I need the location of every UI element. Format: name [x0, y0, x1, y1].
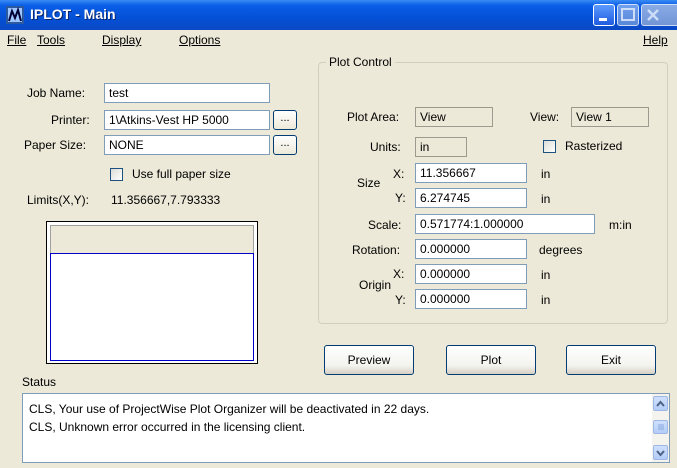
origin-x-label: X: [393, 267, 405, 281]
scroll-thumb[interactable] [653, 420, 668, 434]
job-name-input[interactable]: test [104, 83, 270, 103]
printer-input[interactable]: 1\Atkins-Vest HP 5000 [104, 110, 270, 130]
plot-button[interactable]: Plot [446, 345, 536, 375]
size-y-label: Y: [395, 191, 406, 205]
printer-browse-button[interactable]: ... [273, 110, 297, 130]
units-value: in [415, 137, 467, 157]
scale-input[interactable]: 0.571774:1.000000 [415, 214, 595, 234]
rotation-label: Rotation: [352, 243, 401, 257]
size-x-input[interactable]: 11.356667 [415, 163, 527, 183]
menu-options[interactable]: Options [179, 33, 220, 47]
maximize-icon [621, 8, 635, 21]
status-scrollbar[interactable] [652, 394, 669, 462]
plot-area-value: View [415, 107, 493, 127]
use-full-paper-checkbox[interactable] [110, 168, 123, 181]
rasterized-checkbox[interactable] [543, 140, 556, 153]
menu-display-label: Display [102, 33, 142, 47]
chevron-down-icon [656, 450, 665, 457]
rotation-unit: degrees [539, 243, 583, 257]
origin-x-unit: in [541, 268, 551, 282]
origin-y-label: Y: [395, 293, 406, 307]
paper-size-input[interactable]: NONE [104, 135, 270, 155]
status-line: CLS, Unknown error occurred in the licen… [29, 420, 306, 434]
units-label: Units: [370, 140, 401, 154]
use-full-paper-label: Use full paper size [132, 167, 231, 181]
close-button[interactable] [641, 4, 677, 26]
close-icon [647, 9, 659, 21]
scale-unit: m:in [609, 218, 632, 232]
scroll-up-button[interactable] [653, 396, 668, 411]
paper-size-browse-button[interactable]: ... [273, 135, 297, 155]
menu-file[interactable]: File [7, 33, 26, 47]
limits-value: 11.356667,7.793333 [111, 193, 221, 207]
plot-area-label: Plot Area: [347, 110, 400, 124]
plot-area-outline [50, 253, 254, 361]
scroll-down-button[interactable] [653, 445, 668, 460]
plot-control-title: Plot Control [326, 55, 395, 69]
menu-help[interactable]: Help [643, 33, 668, 47]
view-label: View: [530, 110, 560, 124]
menu-tools[interactable]: Tools [37, 33, 65, 47]
minimize-button[interactable] [593, 4, 615, 26]
exit-button[interactable]: Exit [566, 345, 656, 375]
size-x-unit: in [541, 167, 551, 181]
paper-size-label: Paper Size: [24, 138, 87, 152]
menu-help-label: Help [643, 33, 668, 47]
origin-y-unit: in [541, 293, 551, 307]
menu-bar: File Tools Display Options Help [0, 30, 677, 50]
printer-label: Printer: [51, 113, 90, 127]
view-value: View 1 [571, 107, 649, 127]
window-title: IPLOT - Main [30, 6, 116, 22]
limits-label: Limits(X,Y): [27, 193, 90, 207]
maximize-button[interactable] [617, 4, 639, 26]
chevron-up-icon [656, 400, 665, 407]
iplot-main-window: IPLOT - Main File Tools Display Options … [0, 0, 677, 468]
origin-label: Origin [359, 278, 392, 292]
minimize-icon [599, 18, 607, 21]
scale-label: Scale: [368, 218, 402, 232]
job-name-label: Job Name: [27, 86, 86, 100]
menu-display[interactable]: Display [102, 33, 141, 47]
menu-tools-label: Tools [37, 33, 66, 47]
status-log[interactable]: CLS, Your use of ProjectWise Plot Organi… [22, 393, 670, 463]
menu-file-label: File [7, 33, 27, 47]
size-y-unit: in [541, 192, 551, 206]
origin-x-input[interactable]: 0.000000 [415, 264, 527, 284]
size-y-input[interactable]: 6.274745 [415, 188, 527, 208]
rotation-input[interactable]: 0.000000 [415, 239, 527, 259]
rasterized-label: Rasterized [565, 139, 623, 153]
menu-options-label: Options [179, 33, 221, 47]
size-label: Size [357, 176, 381, 190]
preview-button[interactable]: Preview [324, 345, 414, 375]
status-label: Status [22, 375, 57, 389]
grip-icon [658, 424, 664, 430]
size-x-label: X: [393, 167, 405, 181]
status-line: CLS, Your use of ProjectWise Plot Organi… [29, 402, 430, 416]
iplot-app-icon [6, 6, 24, 24]
title-bar[interactable]: IPLOT - Main [0, 0, 677, 30]
origin-y-input[interactable]: 0.000000 [415, 289, 527, 309]
